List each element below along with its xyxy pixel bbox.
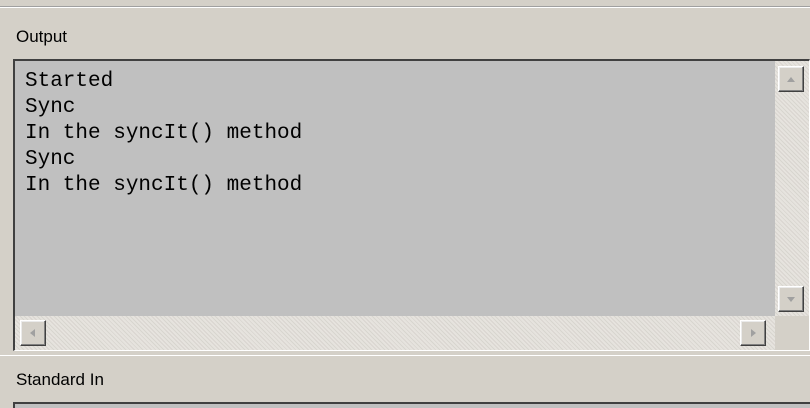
vertical-scrollbar[interactable] (775, 61, 809, 317)
output-line: Sync (25, 96, 76, 119)
output-line: In the syncIt() method (25, 174, 303, 197)
arrow-up-icon (787, 77, 795, 82)
scroll-down-button[interactable] (778, 286, 804, 312)
top-divider-shadow (0, 6, 810, 7)
stdin-panel-label: Standard In (16, 370, 104, 389)
output-line: In the syncIt() method (25, 122, 303, 145)
output-text-area[interactable]: Started Sync In the syncIt() method Sync In … (25, 69, 302, 199)
stdin-input[interactable] (13, 402, 810, 408)
arrow-right-icon (751, 329, 756, 337)
output-line: Sync (25, 148, 76, 171)
output-panel[interactable]: Started Sync In the syncIt() method Sync In … (13, 59, 810, 351)
stdin-panel (0, 355, 810, 408)
scrollbar-corner (775, 316, 809, 350)
scroll-up-button[interactable] (778, 66, 804, 92)
output-line: Started (25, 70, 114, 93)
arrow-down-icon (787, 297, 795, 302)
scroll-right-button[interactable] (740, 320, 766, 346)
arrow-left-icon (30, 329, 35, 337)
scroll-left-button[interactable] (20, 320, 46, 346)
horizontal-scrollbar[interactable] (15, 316, 775, 350)
output-panel-label: Output (16, 27, 68, 46)
